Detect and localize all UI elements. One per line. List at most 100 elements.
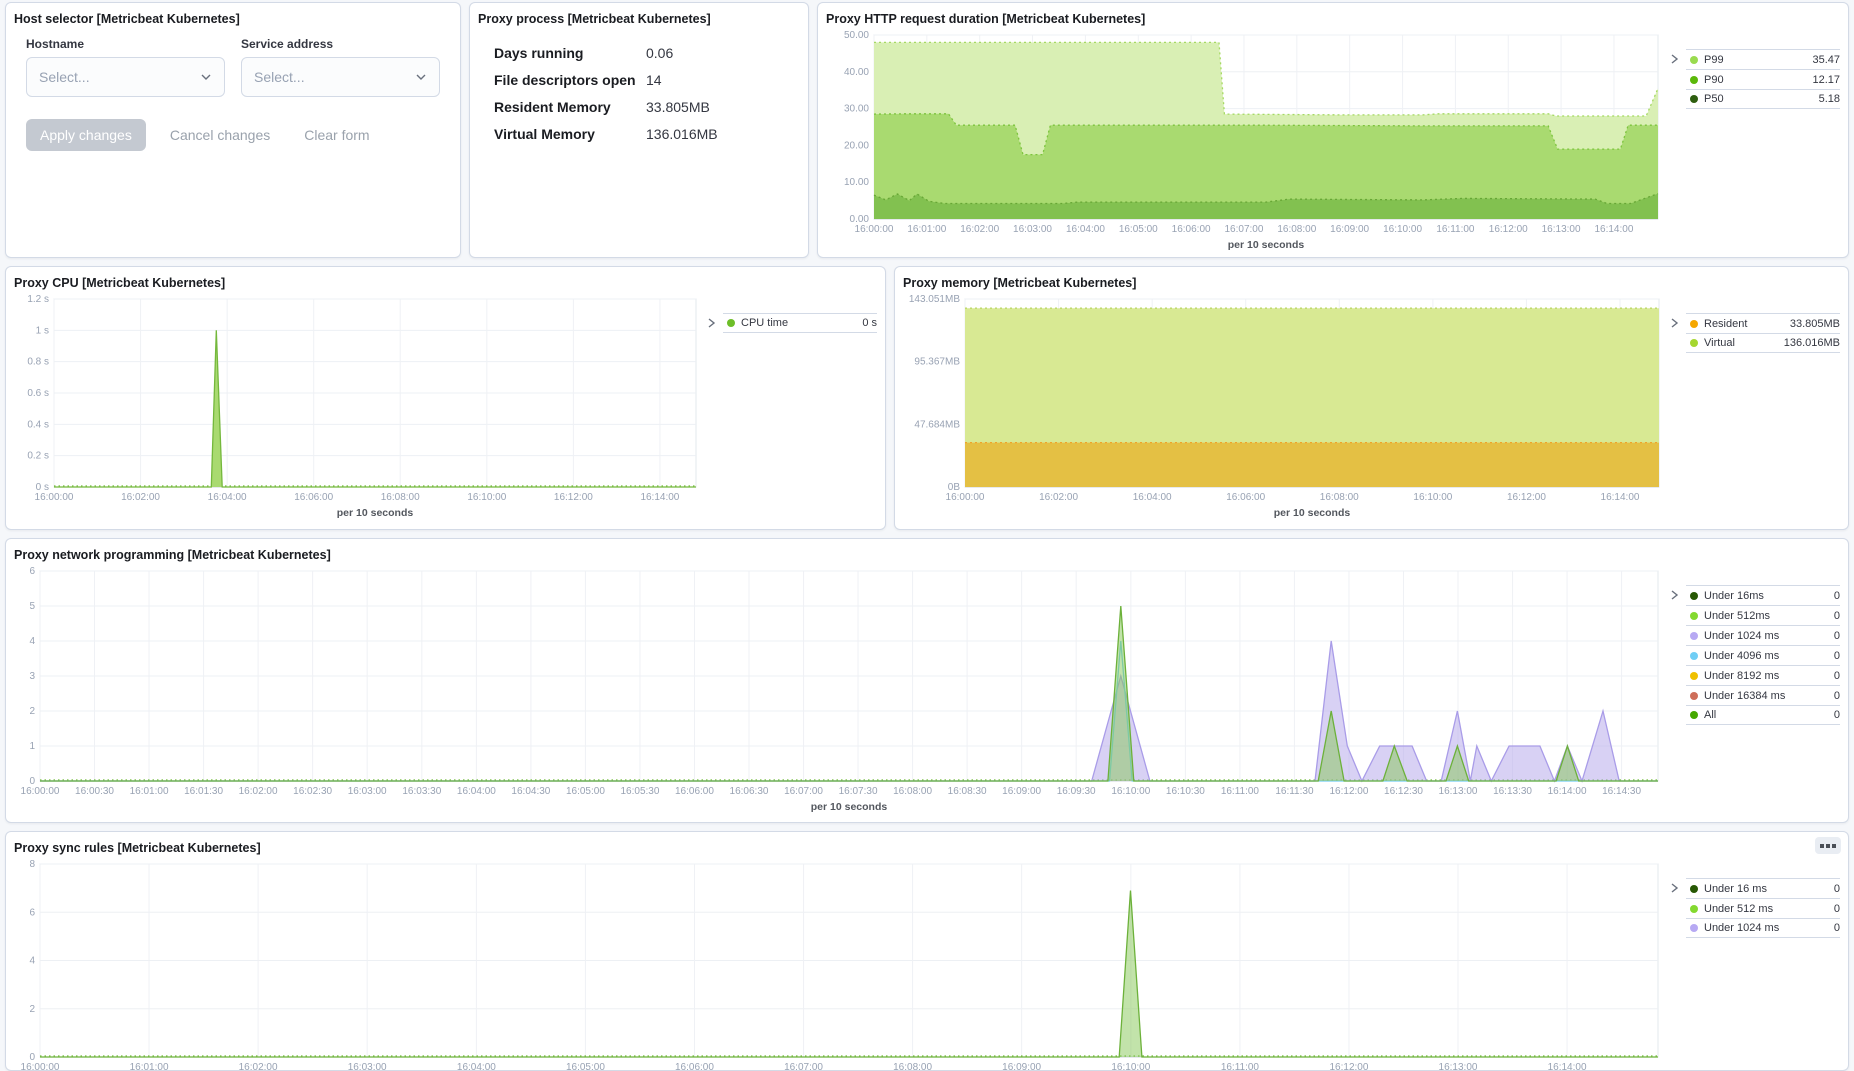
legend-item[interactable]: Under 16ms0 [1686, 585, 1840, 605]
legend-label: Under 16384 ms [1704, 690, 1830, 702]
svg-text:2: 2 [29, 706, 35, 717]
svg-text:16:00:00: 16:00:00 [21, 1062, 60, 1071]
svg-text:16:11:00: 16:11:00 [1221, 786, 1260, 797]
svg-text:16:10:30: 16:10:30 [1166, 786, 1205, 797]
svg-text:16:10:00: 16:10:00 [1383, 224, 1422, 235]
legend-label: Resident [1704, 318, 1786, 330]
clear-form-button[interactable]: Clear form [294, 119, 379, 151]
apply-changes-button[interactable]: Apply changes [26, 119, 146, 151]
svg-text:per 10 seconds: per 10 seconds [811, 801, 888, 813]
svg-text:16:10:00: 16:10:00 [1413, 492, 1452, 503]
svg-text:16:06:00: 16:06:00 [675, 1062, 714, 1071]
series-color-dot-icon [1690, 339, 1698, 347]
svg-text:16:13:00: 16:13:00 [1439, 786, 1478, 797]
svg-text:16:14:00: 16:14:00 [1601, 492, 1640, 503]
svg-text:16:03:00: 16:03:00 [348, 1062, 387, 1071]
legend-item[interactable]: Under 4096 ms0 [1686, 645, 1840, 665]
svg-text:16:08:00: 16:08:00 [893, 1062, 932, 1071]
legend-item[interactable]: P9935.47 [1686, 49, 1840, 69]
legend-item[interactable]: Under 512ms0 [1686, 605, 1840, 625]
cancel-changes-button[interactable]: Cancel changes [160, 119, 280, 151]
legend-item[interactable]: Under 16384 ms 0 [1686, 685, 1840, 705]
svg-text:16:09:00: 16:09:00 [1002, 1062, 1041, 1071]
stat-row: Virtual Memory136.016MB [494, 126, 800, 142]
svg-text:1: 1 [29, 741, 35, 752]
legend-item[interactable]: Virtual136.016MB [1686, 333, 1840, 353]
svg-text:0.4 s: 0.4 s [27, 419, 49, 430]
svg-text:16:12:00: 16:12:00 [1329, 1062, 1368, 1071]
legend-value: 0 [1834, 670, 1840, 682]
http-duration-chart-svg[interactable]: 50.0040.0030.0020.0010.000.0016:00:0016:… [826, 27, 1666, 253]
svg-text:16:02:00: 16:02:00 [239, 786, 278, 797]
svg-text:1 s: 1 s [36, 325, 49, 336]
proxy-http-duration-chart[interactable]: 50.0040.0030.0020.0010.000.0016:00:0016:… [826, 27, 1668, 258]
stat-value: 33.805MB [646, 99, 710, 115]
proxy-process-panel: Proxy process [Metricbeat Kubernetes] Da… [469, 2, 809, 258]
series-color-dot-icon [1690, 76, 1698, 84]
svg-text:16:10:00: 16:10:00 [1111, 786, 1150, 797]
proxy-sync-rules-panel: Proxy sync rules [Metricbeat Kubernetes]… [5, 831, 1849, 1071]
legend-collapse-icon[interactable] [1668, 878, 1686, 1071]
stat-row: File descriptors open14 [494, 72, 800, 88]
legend-value: 35.47 [1812, 54, 1840, 66]
legend-label: P50 [1704, 93, 1815, 105]
svg-text:4: 4 [29, 636, 35, 647]
series-color-dot-icon [1690, 885, 1698, 893]
svg-text:16:06:00: 16:06:00 [675, 786, 714, 797]
legend-collapse-icon[interactable] [1668, 313, 1686, 526]
legend-item[interactable]: Under 16 ms0 [1686, 878, 1840, 898]
legend-collapse-icon[interactable] [705, 313, 723, 526]
proxy-memory-chart[interactable]: 143.051MB95.367MB47.684MB0B16:00:0016:02… [903, 291, 1668, 526]
svg-text:per 10 seconds: per 10 seconds [337, 507, 414, 519]
stat-label: File descriptors open [494, 72, 646, 88]
svg-text:16:00:00: 16:00:00 [946, 492, 985, 503]
legend-item[interactable]: Under 512 ms0 [1686, 898, 1840, 918]
svg-text:16:04:00: 16:04:00 [1066, 224, 1105, 235]
svg-text:16:04:00: 16:04:00 [457, 786, 496, 797]
panel-title: Proxy network programming [Metricbeat Ku… [14, 547, 1840, 563]
legend-item[interactable]: Resident33.805MB [1686, 313, 1840, 333]
legend-value: 0 [1834, 590, 1840, 602]
svg-text:16:14:00: 16:14:00 [1594, 224, 1633, 235]
svg-text:0.6 s: 0.6 s [27, 388, 49, 399]
cpu-legend: CPU time0 s [705, 291, 877, 526]
legend-item[interactable]: P9012.17 [1686, 69, 1840, 89]
panel-options-ellipsis-icon[interactable] [1815, 837, 1841, 854]
sync-chart-svg[interactable]: 8642016:00:0016:01:0016:02:0016:03:0016:… [14, 856, 1666, 1071]
legend-collapse-icon[interactable] [1668, 585, 1686, 820]
svg-text:16:07:00: 16:07:00 [784, 1062, 823, 1071]
legend-item[interactable]: P505.18 [1686, 89, 1840, 109]
legend-collapse-icon[interactable] [1668, 49, 1686, 258]
stat-row: Days running0.06 [494, 45, 800, 61]
svg-text:per 10 seconds: per 10 seconds [1274, 507, 1351, 519]
legend-value: 0 [1834, 690, 1840, 702]
proxy-cpu-chart[interactable]: 1.2 s1 s0.8 s0.6 s0.4 s0.2 s0 s16:00:001… [14, 291, 705, 526]
legend-value: 0 s [862, 317, 877, 329]
series-color-dot-icon [1690, 612, 1698, 620]
chevron-down-icon [198, 69, 214, 85]
legend-item[interactable]: Under 1024 ms0 [1686, 918, 1840, 938]
svg-text:16:05:00: 16:05:00 [566, 1062, 605, 1071]
svg-text:16:08:00: 16:08:00 [1277, 224, 1316, 235]
svg-text:16:08:30: 16:08:30 [948, 786, 987, 797]
svg-text:16:11:00: 16:11:00 [1221, 1062, 1260, 1071]
sync-legend: Under 16 ms0Under 512 ms0Under 1024 ms0 [1668, 856, 1840, 1071]
series-color-dot-icon [1690, 320, 1698, 328]
hostname-select[interactable]: Select... [26, 57, 225, 97]
network-chart-svg[interactable]: 654321016:00:0016:00:3016:01:0016:01:301… [14, 563, 1666, 815]
legend-item[interactable]: Under 8192 ms0 [1686, 665, 1840, 685]
svg-text:2: 2 [29, 1004, 35, 1015]
proxy-sync-rules-chart[interactable]: 8642016:00:0016:01:0016:02:0016:03:0016:… [14, 856, 1668, 1071]
legend-item[interactable]: CPU time0 s [723, 313, 877, 333]
memory-chart-svg[interactable]: 143.051MB95.367MB47.684MB0B16:00:0016:02… [903, 291, 1667, 521]
svg-text:16:01:30: 16:01:30 [184, 786, 223, 797]
service-address-select[interactable]: Select... [241, 57, 440, 97]
legend-item[interactable]: All0 [1686, 705, 1840, 725]
cpu-chart-svg[interactable]: 1.2 s1 s0.8 s0.6 s0.4 s0.2 s0 s16:00:001… [14, 291, 704, 521]
proxy-network-programming-chart[interactable]: 654321016:00:0016:00:3016:01:0016:01:301… [14, 563, 1668, 820]
svg-text:16:02:00: 16:02:00 [239, 1062, 278, 1071]
series-color-dot-icon [1690, 592, 1698, 600]
svg-text:143.051MB: 143.051MB [909, 294, 960, 305]
stat-value: 0.06 [646, 45, 673, 61]
legend-item[interactable]: Under 1024 ms0 [1686, 625, 1840, 645]
